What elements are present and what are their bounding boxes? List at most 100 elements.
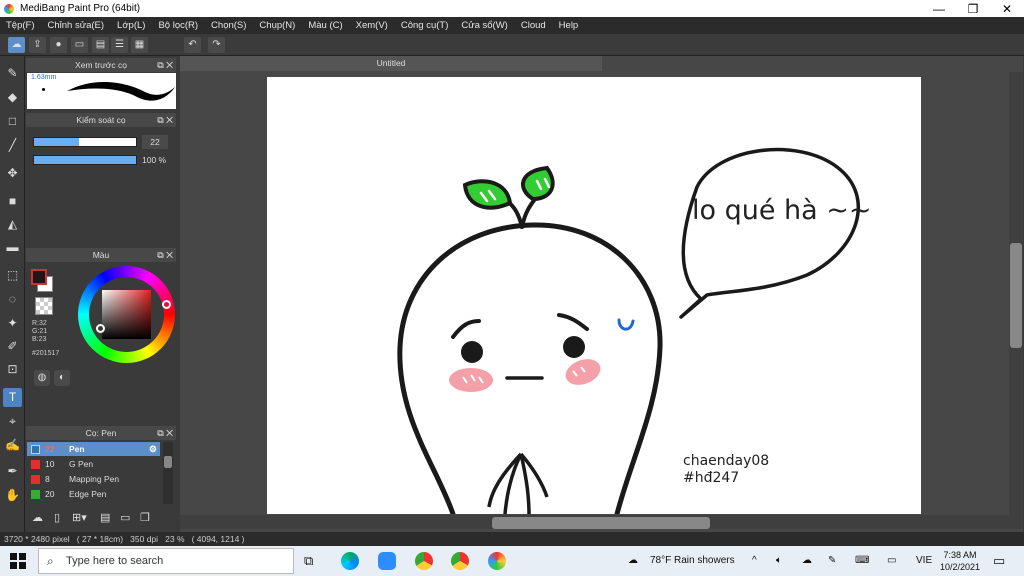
eraser-tool-icon[interactable]: ◆ bbox=[3, 88, 22, 107]
grid-icon[interactable]: ▦ bbox=[131, 37, 148, 53]
zoom-app-icon[interactable] bbox=[378, 552, 396, 570]
select-eraser-icon[interactable]: ⊡ bbox=[3, 360, 22, 379]
input-language[interactable]: VIE bbox=[916, 546, 932, 576]
palette-icon[interactable]: ◍ bbox=[34, 370, 50, 386]
menu-filter[interactable]: Bộ lọc(R) bbox=[158, 20, 198, 31]
menu-file[interactable]: Tệp(F) bbox=[6, 20, 35, 31]
display-icon[interactable]: ▭ bbox=[887, 546, 896, 576]
redo-button[interactable]: ↷ bbox=[208, 37, 225, 53]
brush-settings-icon[interactable]: ▤ bbox=[100, 511, 110, 524]
line-tool-icon[interactable]: ╱ bbox=[3, 136, 22, 155]
speaker-icon[interactable]: 🔈︎ bbox=[776, 546, 782, 576]
taskbar-search-input[interactable]: ⌕ Type here to search bbox=[38, 548, 294, 574]
comment-icon[interactable]: ▭ bbox=[71, 37, 88, 53]
menu-window[interactable]: Cửa sổ(W) bbox=[461, 20, 507, 31]
menu-help[interactable]: Help bbox=[559, 20, 579, 31]
upload-icon[interactable]: ⇪ bbox=[29, 37, 46, 53]
notification-icon[interactable]: ▭ bbox=[993, 546, 1005, 576]
select-tool-icon[interactable]: ⬚ bbox=[3, 266, 22, 285]
magic-wand-icon[interactable]: ✦ bbox=[3, 314, 22, 333]
edge-browser-icon[interactable] bbox=[341, 552, 359, 570]
brush-preview-title: Xem trước cọ bbox=[75, 60, 127, 70]
weather-icon[interactable]: ☁ bbox=[628, 546, 638, 576]
horizontal-scroll-thumb[interactable] bbox=[492, 517, 710, 529]
transparent-color-swatch[interactable] bbox=[35, 297, 53, 315]
keyboard-icon[interactable]: ⌨ bbox=[855, 546, 869, 576]
text-tool-icon[interactable]: T bbox=[3, 388, 22, 407]
vertical-scroll-thumb[interactable] bbox=[1010, 243, 1022, 348]
primary-color-swatch[interactable] bbox=[31, 269, 47, 285]
color-picker-handle[interactable] bbox=[96, 324, 105, 333]
brush-size-slider[interactable] bbox=[33, 137, 137, 147]
menu-view[interactable]: Xem(V) bbox=[356, 20, 388, 31]
panel-close-icon[interactable]: ⧉ ✕ bbox=[157, 113, 173, 127]
panel-close-icon[interactable]: ⧉ ✕ bbox=[157, 58, 173, 72]
brush-item-pen[interactable]: 22 Pen ⚙ bbox=[27, 442, 160, 456]
cloud-sync-icon[interactable]: ☁ bbox=[8, 37, 25, 53]
brush-item-g-pen[interactable]: 10 G Pen bbox=[27, 457, 160, 471]
pen-tray-icon[interactable]: ✎ bbox=[828, 546, 836, 576]
blur-tool-icon[interactable]: ✍ bbox=[3, 436, 22, 455]
menu-capture[interactable]: Chụp(N) bbox=[259, 20, 295, 31]
windows-start-icon[interactable] bbox=[10, 553, 26, 569]
medibang-app-icon[interactable] bbox=[488, 552, 506, 570]
cloud-tray-icon[interactable]: ☁ bbox=[802, 546, 812, 576]
brush-item-size: 20 bbox=[45, 489, 55, 499]
menu-layer[interactable]: Lớp(L) bbox=[117, 20, 145, 31]
chrome-icon[interactable] bbox=[415, 552, 433, 570]
hand-tool-icon[interactable]: ✋ bbox=[3, 486, 22, 505]
chat-icon[interactable]: ● bbox=[50, 37, 67, 53]
blue-value: B:23 bbox=[32, 336, 47, 343]
panel-close-icon[interactable]: ⧉ ✕ bbox=[157, 248, 173, 262]
minimize-button[interactable]: — bbox=[922, 2, 956, 16]
hue-picker-handle[interactable] bbox=[162, 300, 171, 309]
palette-add-icon[interactable]: ◐ bbox=[54, 370, 70, 386]
clock[interactable]: 7:38 AM 10/2/2021 bbox=[940, 549, 980, 573]
brush-item-mapping-pen[interactable]: 8 Mapping Pen bbox=[27, 472, 160, 486]
brush-preview: 1.63mm bbox=[27, 73, 176, 109]
cloud-brush-icon[interactable]: ☁ bbox=[32, 511, 43, 524]
document-tab[interactable]: Untitled bbox=[180, 56, 602, 71]
gear-icon[interactable]: ⚙ bbox=[149, 442, 157, 456]
add-brush-icon[interactable]: ⊞▾ bbox=[72, 511, 87, 524]
tool-bar: ✎ ◆ □ ╱ ✥ ■ ◭ ▬ ⬚ ◌ ✦ ✐ ⊡ T ⌖ ✍ ✒ ✋ bbox=[0, 56, 25, 532]
tray-chevron-icon[interactable]: ^ bbox=[752, 546, 757, 576]
operation-tool-icon[interactable]: ⌖ bbox=[3, 412, 22, 431]
folder-icon[interactable]: ▭ bbox=[120, 511, 130, 524]
menu-select[interactable]: Chọn(S) bbox=[211, 20, 246, 31]
brush-tool-icon[interactable]: ✎ bbox=[3, 64, 22, 83]
panel-close-icon[interactable]: ⧉ ✕ bbox=[157, 426, 173, 440]
menu-edit[interactable]: Chỉnh sửa(E) bbox=[48, 20, 105, 31]
brush-item-edge-pen[interactable]: 20 Edge Pen bbox=[27, 487, 160, 501]
eyedropper-icon[interactable]: ✒ bbox=[3, 462, 22, 481]
restore-button[interactable]: ❐ bbox=[956, 2, 990, 16]
undo-button[interactable]: ↶ bbox=[184, 37, 201, 53]
gradient-tool-icon[interactable]: ▬ bbox=[3, 238, 22, 257]
brush-opacity-slider[interactable] bbox=[33, 155, 137, 165]
menu-tools[interactable]: Công cụ(T) bbox=[401, 20, 449, 31]
close-button[interactable]: ✕ bbox=[990, 2, 1024, 16]
menu-cloud[interactable]: Cloud bbox=[521, 20, 546, 31]
side-panels: Xem trước cọ ⧉ ✕ 1.63mm Kiểm soát cọ ⧉ ✕… bbox=[26, 56, 178, 532]
chrome-profile-icon[interactable] bbox=[451, 552, 469, 570]
rect-tool-icon[interactable]: □ bbox=[3, 112, 22, 131]
task-view-icon[interactable]: ⧉ bbox=[304, 553, 313, 569]
new-brush-icon[interactable]: ▯ bbox=[54, 511, 60, 524]
list-icon[interactable]: ☰ bbox=[111, 37, 128, 53]
fill-rect-tool-icon[interactable]: ■ bbox=[3, 192, 22, 211]
brush-size-value[interactable]: 22 bbox=[142, 135, 168, 149]
brush-list-actions: ☁ ▯ ⊞▾ ▤ ▭ ❐ bbox=[28, 511, 173, 529]
duplicate-icon[interactable]: ❐ bbox=[140, 511, 150, 524]
bucket-tool-icon[interactable]: ◭ bbox=[3, 215, 22, 234]
brush-list-scrollbar[interactable] bbox=[163, 442, 173, 504]
page-icon[interactable]: ▤ bbox=[92, 37, 109, 53]
select-pen-icon[interactable]: ✐ bbox=[3, 337, 22, 356]
saturation-square[interactable] bbox=[102, 290, 151, 339]
menu-color[interactable]: Màu (C) bbox=[308, 20, 342, 31]
lasso-tool-icon[interactable]: ◌ bbox=[3, 290, 22, 309]
drawing-canvas[interactable]: lo qué hà ~~ chaenday08 #hđ247 bbox=[267, 77, 921, 514]
move-tool-icon[interactable]: ✥ bbox=[3, 164, 22, 183]
color-wheel[interactable] bbox=[78, 266, 175, 363]
weather-text[interactable]: 78°F Rain showers bbox=[650, 546, 735, 576]
brush-item-size: 22 bbox=[45, 444, 55, 454]
